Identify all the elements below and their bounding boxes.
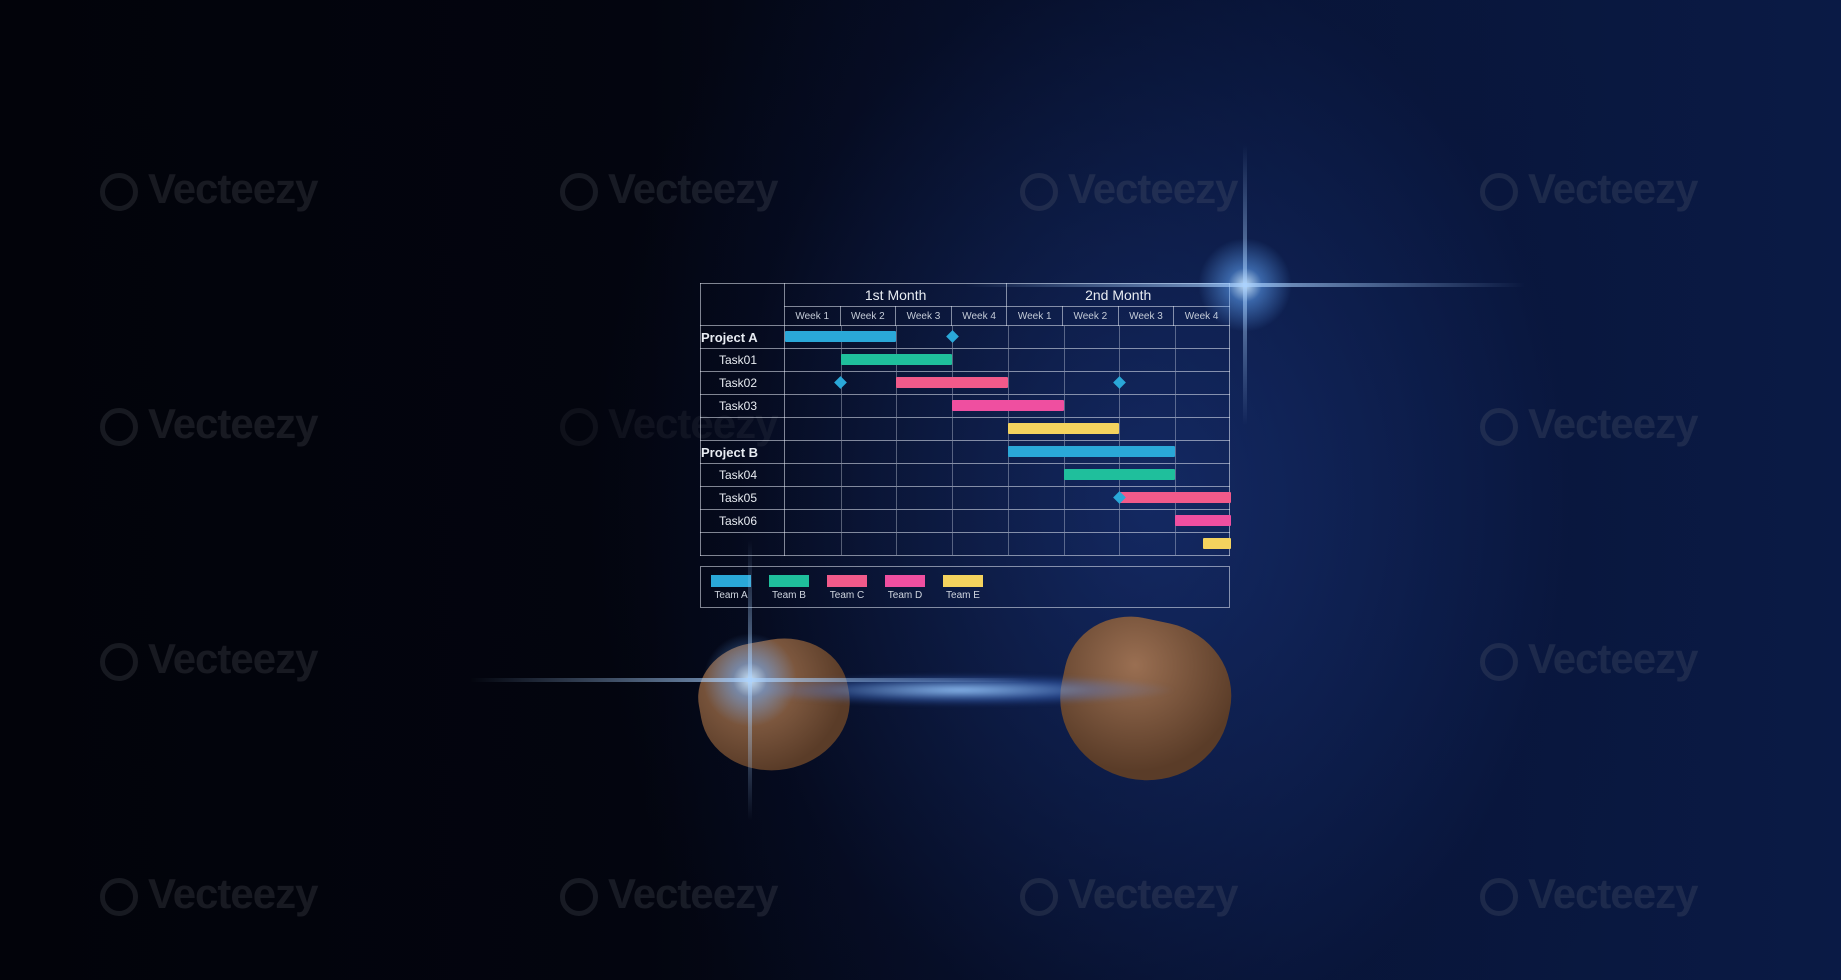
tablet-glow (690, 670, 1230, 710)
legend-swatch (943, 575, 983, 587)
watermark: Vecteezy (100, 635, 317, 683)
week-header: Week 3 (896, 307, 952, 326)
gantt-bar (1203, 538, 1231, 549)
row-label: Task03 (701, 395, 785, 418)
gantt-bar (1119, 492, 1231, 503)
gantt-task-row: Task04 (701, 464, 1230, 487)
gantt-task-row (701, 418, 1230, 441)
week-header: Week 4 (951, 307, 1007, 326)
gantt-project-row: Project A (701, 326, 1230, 349)
row-label (701, 533, 785, 556)
watermark: Vecteezy (1020, 870, 1237, 918)
week-header: Week 1 (1007, 307, 1063, 326)
milestone-icon (946, 330, 959, 343)
gantt-bar (896, 377, 1008, 388)
watermark: Vecteezy (1480, 870, 1697, 918)
gantt-task-row: Task01 (701, 349, 1230, 372)
week-header: Week 4 (1174, 307, 1230, 326)
gantt-bar-cell (784, 533, 1229, 556)
gantt-bar-cell (784, 395, 1229, 418)
row-label: Project A (701, 326, 785, 349)
gantt-bar-cell (784, 372, 1229, 395)
gantt-task-row: Task02 (701, 372, 1230, 395)
gantt-task-row (701, 533, 1230, 556)
gantt-bar-cell (784, 464, 1229, 487)
gantt-corner (701, 284, 785, 326)
legend-label: Team D (888, 590, 922, 601)
watermark: Vecteezy (1480, 635, 1697, 683)
gantt-bar (1008, 423, 1120, 434)
gantt-bar-cell (784, 418, 1229, 441)
week-header: Week 2 (1063, 307, 1119, 326)
milestone-icon (1113, 376, 1126, 389)
gantt-bar (1064, 469, 1176, 480)
watermark: Vecteezy (100, 165, 317, 213)
legend-swatch (827, 575, 867, 587)
week-header: Week 1 (784, 307, 840, 326)
watermark: Vecteezy (560, 165, 777, 213)
month-header-2: 2nd Month (1007, 284, 1230, 307)
milestone-icon (834, 376, 847, 389)
legend-item: Team A (711, 575, 751, 601)
row-label (701, 418, 785, 441)
legend-item: Team C (827, 575, 867, 601)
legend-swatch (769, 575, 809, 587)
legend-item: Team B (769, 575, 809, 601)
legend-swatch (711, 575, 751, 587)
gantt-bar-cell (784, 510, 1229, 533)
scene: Vecteezy Vecteezy Vecteezy Vecteezy Vect… (0, 0, 1841, 980)
legend-label: Team B (772, 590, 806, 601)
legend-item: Team E (943, 575, 983, 601)
row-label: Project B (701, 441, 785, 464)
legend-label: Team A (714, 590, 747, 601)
legend-label: Team E (946, 590, 980, 601)
gantt-task-row: Task05 (701, 487, 1230, 510)
watermark: Vecteezy (560, 870, 777, 918)
gantt-bar-cell (784, 487, 1229, 510)
watermark: Vecteezy (100, 870, 317, 918)
week-header: Week 3 (1118, 307, 1174, 326)
gantt-task-row: Task03 (701, 395, 1230, 418)
legend-label: Team C (830, 590, 864, 601)
gantt-bar (841, 354, 953, 365)
gantt-project-row: Project B (701, 441, 1230, 464)
gantt-bar-cell (784, 349, 1229, 372)
month-header-1: 1st Month (784, 284, 1007, 307)
gantt-task-row: Task06 (701, 510, 1230, 533)
gantt-bar (785, 331, 897, 342)
gantt-table: 1st Month 2nd Month Week 1 Week 2 Week 3… (700, 283, 1230, 556)
gantt-legend: Team A Team B Team C Team D Team E (700, 566, 1230, 608)
row-label: Task06 (701, 510, 785, 533)
week-header: Week 2 (840, 307, 896, 326)
gantt-chart: 1st Month 2nd Month Week 1 Week 2 Week 3… (700, 283, 1230, 608)
watermark: Vecteezy (1020, 165, 1237, 213)
legend-item: Team D (885, 575, 925, 601)
row-label: Task02 (701, 372, 785, 395)
gantt-bar (952, 400, 1064, 411)
legend-swatch (885, 575, 925, 587)
watermark: Vecteezy (1480, 165, 1697, 213)
gantt-bar (1175, 515, 1231, 526)
gantt-bar-cell (784, 441, 1229, 464)
watermark: Vecteezy (100, 400, 317, 448)
gantt-bar (1008, 446, 1175, 457)
row-label: Task01 (701, 349, 785, 372)
row-label: Task04 (701, 464, 785, 487)
row-label: Task05 (701, 487, 785, 510)
watermark: Vecteezy (1480, 400, 1697, 448)
gantt-bar-cell (784, 326, 1229, 349)
